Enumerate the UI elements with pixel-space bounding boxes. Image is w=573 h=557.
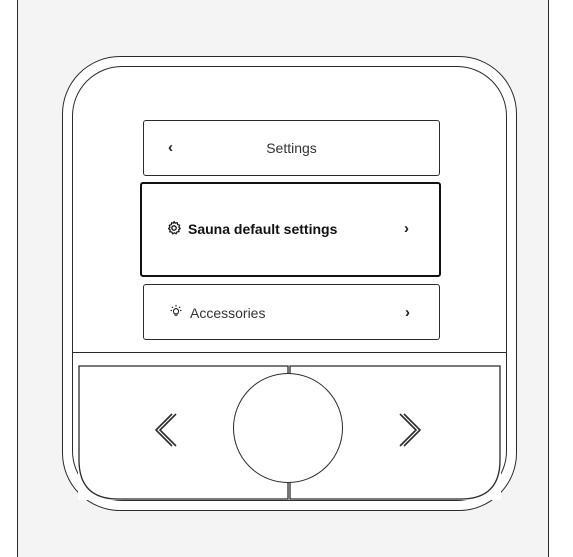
chevron-right-icon: › bbox=[405, 304, 410, 321]
menu-item-label: Sauna default settings bbox=[188, 221, 338, 237]
menu-item-accessories[interactable]: Accessories › bbox=[143, 284, 440, 340]
rotary-knob[interactable] bbox=[233, 373, 343, 483]
screen-title: Settings bbox=[266, 140, 317, 156]
lightbulb-icon bbox=[170, 305, 182, 316]
panel-divider-outer bbox=[73, 352, 506, 354]
chevron-right-icon: › bbox=[404, 220, 409, 237]
angle-left-icon bbox=[154, 413, 177, 447]
gear-icon bbox=[167, 220, 181, 235]
settings-header: ‹ Settings bbox=[143, 120, 440, 176]
angle-right-icon bbox=[399, 413, 422, 447]
menu-item-sauna-default-settings[interactable]: Sauna default settings › bbox=[140, 182, 441, 277]
menu-item-label: Accessories bbox=[190, 305, 266, 321]
